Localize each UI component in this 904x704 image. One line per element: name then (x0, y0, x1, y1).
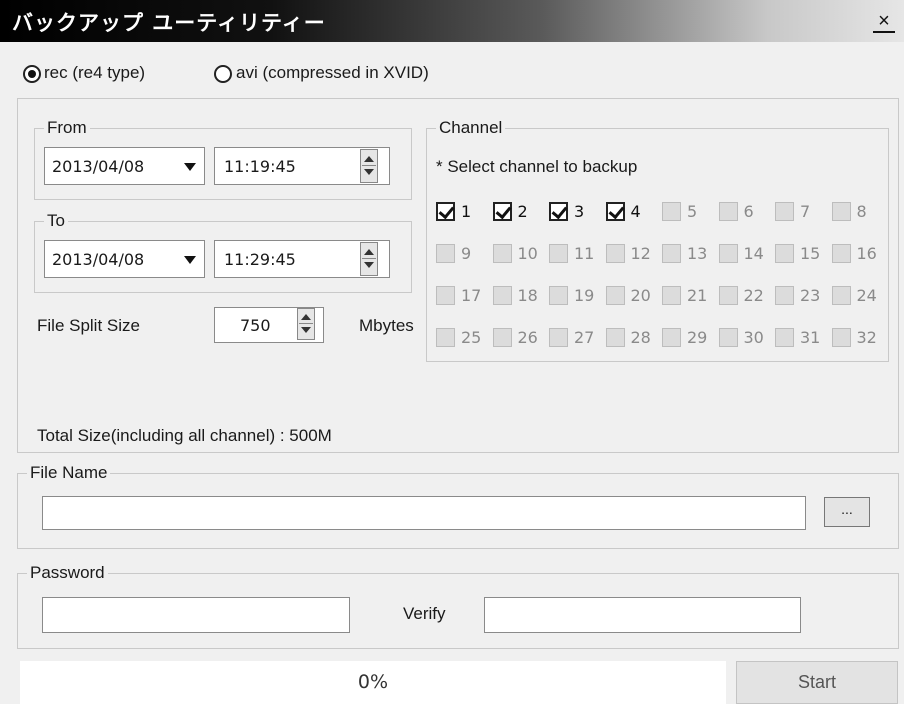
verify-label: Verify (403, 604, 446, 623)
window-title: バックアップ ユーティリティー (12, 11, 326, 35)
to-time-spinner-icon[interactable] (360, 242, 378, 276)
channel-14-checkbox-icon[interactable] (718, 244, 738, 263)
channel-13-checkbox-icon[interactable] (662, 244, 681, 263)
channel-9-checkbox-icon[interactable] (436, 244, 455, 263)
channel-24-checkbox-icon[interactable] (831, 286, 851, 305)
channel-9-label[interactable]: 9 (461, 244, 471, 263)
channel-7-checkbox-icon[interactable] (775, 202, 794, 221)
radio-rec-label[interactable]: rec (re4 type) (44, 63, 145, 83)
channel-25-label[interactable]: 25 (461, 328, 481, 347)
split-size-unit: Mbytes (359, 316, 414, 335)
channel-16-checkbox-icon[interactable] (831, 244, 851, 263)
browse-button[interactable]: ... (824, 497, 870, 527)
channel-10-checkbox-icon[interactable] (492, 244, 512, 263)
channel-7-label[interactable]: 7 (800, 202, 810, 221)
channel-21-checkbox-icon[interactable] (662, 286, 681, 305)
channel-32-checkbox-icon[interactable] (831, 328, 851, 347)
to-date-value: 2013/04/08 (52, 250, 145, 269)
channel-31-label[interactable]: 31 (800, 328, 820, 347)
channel-30-checkbox-icon[interactable] (718, 328, 738, 347)
channel-32-label[interactable]: 32 (857, 328, 877, 347)
progress-bar: 0% (20, 661, 726, 704)
channel-1-label[interactable]: 1 (461, 202, 471, 221)
channel-23-label[interactable]: 23 (800, 286, 820, 305)
channel-28-label[interactable]: 28 (631, 328, 651, 347)
radio-rec-icon[interactable] (23, 65, 41, 83)
chevron-down-icon[interactable] (184, 256, 196, 264)
channel-29-checkbox-icon[interactable] (662, 328, 681, 347)
channel-25-checkbox-icon[interactable] (436, 328, 455, 347)
channel-label: Channel (436, 118, 506, 138)
start-button[interactable]: Start (736, 661, 898, 704)
from-time-value: 11:19:45 (224, 157, 296, 176)
channel-23-checkbox-icon[interactable] (775, 286, 794, 305)
password-input[interactable] (42, 597, 350, 633)
channel-15-checkbox-icon[interactable] (775, 244, 794, 263)
channel-2-label[interactable]: 2 (518, 202, 528, 221)
channel-8-checkbox-icon[interactable] (831, 202, 851, 221)
split-size-value: 750 (240, 316, 271, 335)
channel-28-checkbox-icon[interactable] (605, 328, 625, 347)
progress-text: 0% (357, 671, 389, 693)
to-time-value: 11:29:45 (224, 250, 296, 269)
channel-12-label[interactable]: 12 (631, 244, 651, 263)
channel-22-checkbox-icon[interactable] (718, 286, 738, 305)
channel-24-label[interactable]: 24 (857, 286, 877, 305)
from-date-value: 2013/04/08 (52, 157, 145, 176)
to-label: To (44, 211, 68, 231)
split-size-spinner-icon[interactable] (297, 308, 315, 340)
channel-22-label[interactable]: 22 (744, 286, 764, 305)
channel-30-label[interactable]: 30 (744, 328, 764, 347)
channel-6-checkbox-icon[interactable] (718, 202, 738, 221)
channel-12-checkbox-icon[interactable] (605, 244, 625, 263)
channel-6-label[interactable]: 6 (744, 202, 754, 221)
channel-5-label[interactable]: 5 (687, 202, 697, 221)
split-size-label: File Split Size (37, 316, 140, 335)
close-button[interactable]: × (873, 11, 895, 33)
channel-8-label[interactable]: 8 (857, 202, 867, 221)
channel-17-checkbox-icon[interactable] (436, 286, 455, 305)
channel-18-checkbox-icon[interactable] (492, 286, 512, 305)
file-name-label: File Name (27, 463, 111, 483)
channel-1-checkbox-icon[interactable] (436, 202, 455, 221)
channel-27-checkbox-icon[interactable] (549, 328, 568, 347)
channel-4-label[interactable]: 4 (631, 202, 641, 221)
verify-input[interactable] (484, 597, 801, 633)
channel-19-label[interactable]: 19 (574, 286, 594, 305)
radio-avi-icon[interactable] (214, 65, 232, 83)
from-label: From (44, 118, 90, 138)
channel-20-checkbox-icon[interactable] (605, 286, 625, 305)
channel-4-checkbox-icon[interactable] (605, 202, 625, 221)
channel-11-label[interactable]: 11 (574, 244, 594, 263)
channel-5-checkbox-icon[interactable] (662, 202, 681, 221)
channel-11-checkbox-icon[interactable] (549, 244, 568, 263)
password-label: Password (27, 563, 108, 583)
channel-26-label[interactable]: 26 (518, 328, 538, 347)
channel-21-label[interactable]: 21 (687, 286, 707, 305)
channel-29-label[interactable]: 29 (687, 328, 707, 347)
channel-15-label[interactable]: 15 (800, 244, 820, 263)
channel-26-checkbox-icon[interactable] (492, 328, 512, 347)
channel-13-label[interactable]: 13 (687, 244, 707, 263)
channel-31-checkbox-icon[interactable] (775, 328, 794, 347)
channel-18-label[interactable]: 18 (518, 286, 538, 305)
file-name-input[interactable] (42, 496, 806, 530)
channel-27-label[interactable]: 27 (574, 328, 594, 347)
channel-10-label[interactable]: 10 (518, 244, 538, 263)
channel-3-label[interactable]: 3 (574, 202, 584, 221)
radio-avi-label[interactable]: avi (compressed in XVID) (236, 63, 429, 83)
channel-20-label[interactable]: 20 (631, 286, 651, 305)
chevron-down-icon[interactable] (184, 163, 196, 171)
channel-hint: * Select channel to backup (436, 157, 638, 176)
channel-19-checkbox-icon[interactable] (549, 286, 568, 305)
channel-17-label[interactable]: 17 (461, 286, 481, 305)
channel-3-checkbox-icon[interactable] (549, 202, 568, 221)
channel-16-label[interactable]: 16 (857, 244, 877, 263)
channel-14-label[interactable]: 14 (744, 244, 764, 263)
from-time-spinner-icon[interactable] (360, 149, 378, 183)
channel-2-checkbox-icon[interactable] (492, 202, 512, 221)
total-size-text: Total Size(including all channel) : 500M (37, 426, 332, 445)
